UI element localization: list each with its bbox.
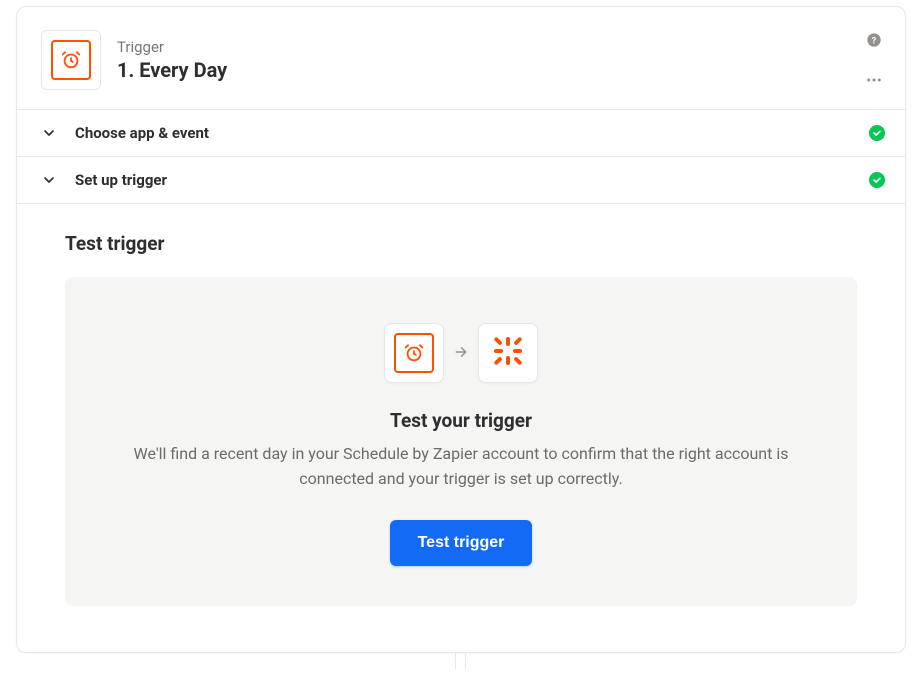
tile-row: [105, 323, 817, 383]
step-row-choose-app-event[interactable]: Choose app & event: [17, 109, 905, 156]
step-header: Trigger 1. Every Day ?: [17, 7, 905, 109]
step-row-set-up-trigger[interactable]: Set up trigger: [17, 156, 905, 203]
test-trigger-section: Test trigger: [17, 203, 905, 652]
arrow-right-icon: [452, 344, 470, 363]
header-title: 1. Every Day: [117, 58, 847, 82]
clock-icon: [51, 40, 91, 80]
test-section-title: Test trigger: [65, 232, 857, 255]
connector-stub: [16, 653, 906, 667]
help-icon[interactable]: ?: [863, 29, 885, 51]
chevron-down-icon: [41, 125, 57, 141]
app-tile: [41, 30, 101, 90]
step-row-label: Set up trigger: [75, 171, 851, 189]
svg-text:?: ?: [872, 35, 877, 46]
test-trigger-button[interactable]: Test trigger: [390, 520, 533, 566]
chevron-down-icon: [41, 172, 57, 188]
clock-icon: [394, 333, 434, 373]
trigger-step-card: Trigger 1. Every Day ? Choose app & even…: [16, 6, 906, 653]
test-panel-heading: Test your trigger: [105, 409, 817, 432]
step-row-label: Choose app & event: [75, 124, 851, 142]
header-kicker: Trigger: [117, 38, 847, 56]
more-icon[interactable]: [863, 69, 885, 91]
test-panel-description: We'll find a recent day in your Schedule…: [105, 442, 817, 492]
check-icon: [869, 125, 885, 141]
check-icon: [869, 172, 885, 188]
header-actions: ?: [863, 29, 885, 91]
test-panel: Test your trigger We'll find a recent da…: [65, 277, 857, 606]
zapier-icon: [492, 335, 524, 371]
app-tile-right: [478, 323, 538, 383]
header-text: Trigger 1. Every Day: [117, 38, 847, 82]
app-tile-left: [384, 323, 444, 383]
